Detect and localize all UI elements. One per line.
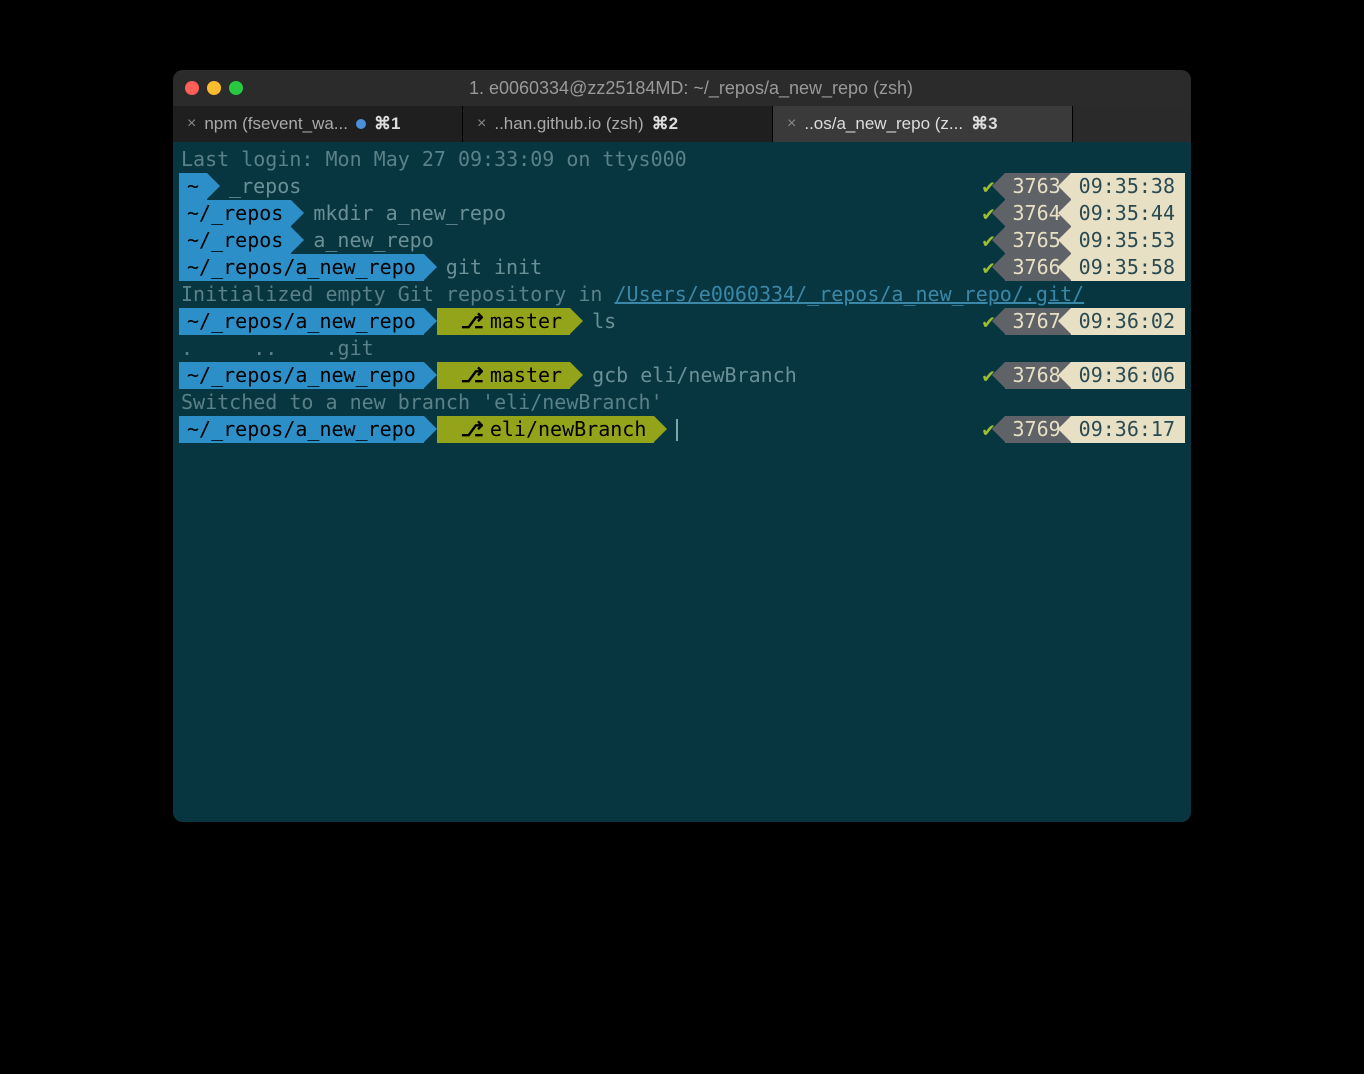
branch-segment: ⎇eli/newBranch	[437, 416, 655, 443]
prompt-line: ~/_repos/a_new_repo ⎇master ls ✔ 3767 09…	[179, 308, 1185, 335]
branch-segment: ⎇master	[437, 362, 570, 389]
prompt-line: ~/_repos/a_new_repo ⎇master gcb eli/newB…	[179, 362, 1185, 389]
branch-segment: ⎇master	[437, 308, 570, 335]
tab-shortcut: ⌘3	[971, 114, 997, 134]
path-text: ~/_repos	[187, 227, 283, 254]
path-text: ~/_repos/a_new_repo	[187, 308, 416, 335]
close-icon[interactable]: ×	[787, 115, 796, 133]
git-branch-icon: ⎇	[461, 416, 484, 443]
command-text: gcb eli/newBranch	[592, 362, 797, 389]
tab-shortcut: ⌘2	[652, 114, 678, 134]
branch-name: master	[490, 362, 562, 389]
terminal-window: 1. e0060334@zz25184MD: ~/_repos/a_new_re…	[173, 70, 1191, 822]
window-title: 1. e0060334@zz25184MD: ~/_repos/a_new_re…	[191, 78, 1191, 99]
cursor	[676, 419, 678, 441]
titlebar[interactable]: 1. e0060334@zz25184MD: ~/_repos/a_new_re…	[173, 70, 1191, 106]
tab-shortcut: ⌘1	[374, 114, 400, 134]
output-line: Switched to a new branch 'eli/newBranch'	[179, 389, 1185, 416]
prompt-line: ~/_repos/a_new_repo ⎇eli/newBranch ✔ 376…	[179, 416, 1185, 443]
tab-label: npm (fsevent_wa...	[204, 114, 348, 134]
path-text: ~/_repos/a_new_repo	[187, 254, 416, 281]
tabbar-spacer[interactable]	[1073, 106, 1191, 142]
branch-name: master	[490, 308, 562, 335]
timestamp: 09:36:02	[1071, 308, 1185, 335]
path-segment: ~/_repos/a_new_repo	[179, 362, 424, 389]
output-line: . .. .git	[179, 335, 1185, 362]
git-branch-icon: ⎇	[461, 308, 484, 335]
path-segment: ~/_repos	[179, 200, 291, 227]
prompt-line: ~ _repos ✔ 3763 09:35:38	[179, 173, 1185, 200]
close-icon[interactable]: ×	[187, 115, 196, 133]
command-text: ls	[592, 308, 616, 335]
path-text: ~/_repos	[187, 200, 283, 227]
output-prefix: Initialized empty Git repository in	[181, 281, 614, 308]
timestamp: 09:35:58	[1071, 254, 1185, 281]
path-segment: ~/_repos/a_new_repo	[179, 254, 424, 281]
path-segment: ~/_repos/a_new_repo	[179, 308, 424, 335]
path-text: ~/_repos/a_new_repo	[187, 362, 416, 389]
path-segment: ~	[179, 173, 207, 200]
close-icon[interactable]: ×	[477, 115, 486, 133]
tab-2[interactable]: × ..han.github.io (zsh) ⌘2	[463, 106, 773, 142]
command-text: a_new_repo	[313, 227, 433, 254]
branch-name: eli/newBranch	[490, 416, 647, 443]
prompt-line: ~/_repos a_new_repo ✔ 3765 09:35:53	[179, 227, 1185, 254]
dirty-dot-icon	[356, 119, 366, 129]
timestamp: 09:35:38	[1071, 173, 1185, 200]
output-line: Initialized empty Git repository in /Use…	[179, 281, 1185, 308]
path-text: ~	[187, 173, 199, 200]
prompt-line: ~/_repos mkdir a_new_repo ✔ 3764 09:35:4…	[179, 200, 1185, 227]
tab-1[interactable]: × npm (fsevent_wa... ⌘1	[173, 106, 463, 142]
tabbar: × npm (fsevent_wa... ⌘1 × ..han.github.i…	[173, 106, 1191, 142]
git-branch-icon: ⎇	[461, 362, 484, 389]
timestamp: 09:36:06	[1071, 362, 1185, 389]
command-text: git init	[446, 254, 542, 281]
tab-label: ..han.github.io (zsh)	[494, 114, 643, 134]
command-text: _repos	[229, 173, 301, 200]
tab-label: ..os/a_new_repo (z...	[804, 114, 963, 134]
tab-3[interactable]: × ..os/a_new_repo (z... ⌘3	[773, 106, 1073, 142]
prompt-line: ~/_repos/a_new_repo git init ✔ 3766 09:3…	[179, 254, 1185, 281]
timestamp: 09:36:17	[1071, 416, 1185, 443]
timestamp: 09:35:44	[1071, 200, 1185, 227]
timestamp: 09:35:53	[1071, 227, 1185, 254]
last-login: Last login: Mon May 27 09:33:09 on ttys0…	[179, 146, 1185, 173]
path-segment: ~/_repos	[179, 227, 291, 254]
command-text: mkdir a_new_repo	[313, 200, 506, 227]
repo-path-link[interactable]: /Users/e0060334/_repos/a_new_repo/.git/	[614, 281, 1084, 308]
path-text: ~/_repos/a_new_repo	[187, 416, 416, 443]
path-segment: ~/_repos/a_new_repo	[179, 416, 424, 443]
terminal-body[interactable]: Last login: Mon May 27 09:33:09 on ttys0…	[173, 142, 1191, 822]
